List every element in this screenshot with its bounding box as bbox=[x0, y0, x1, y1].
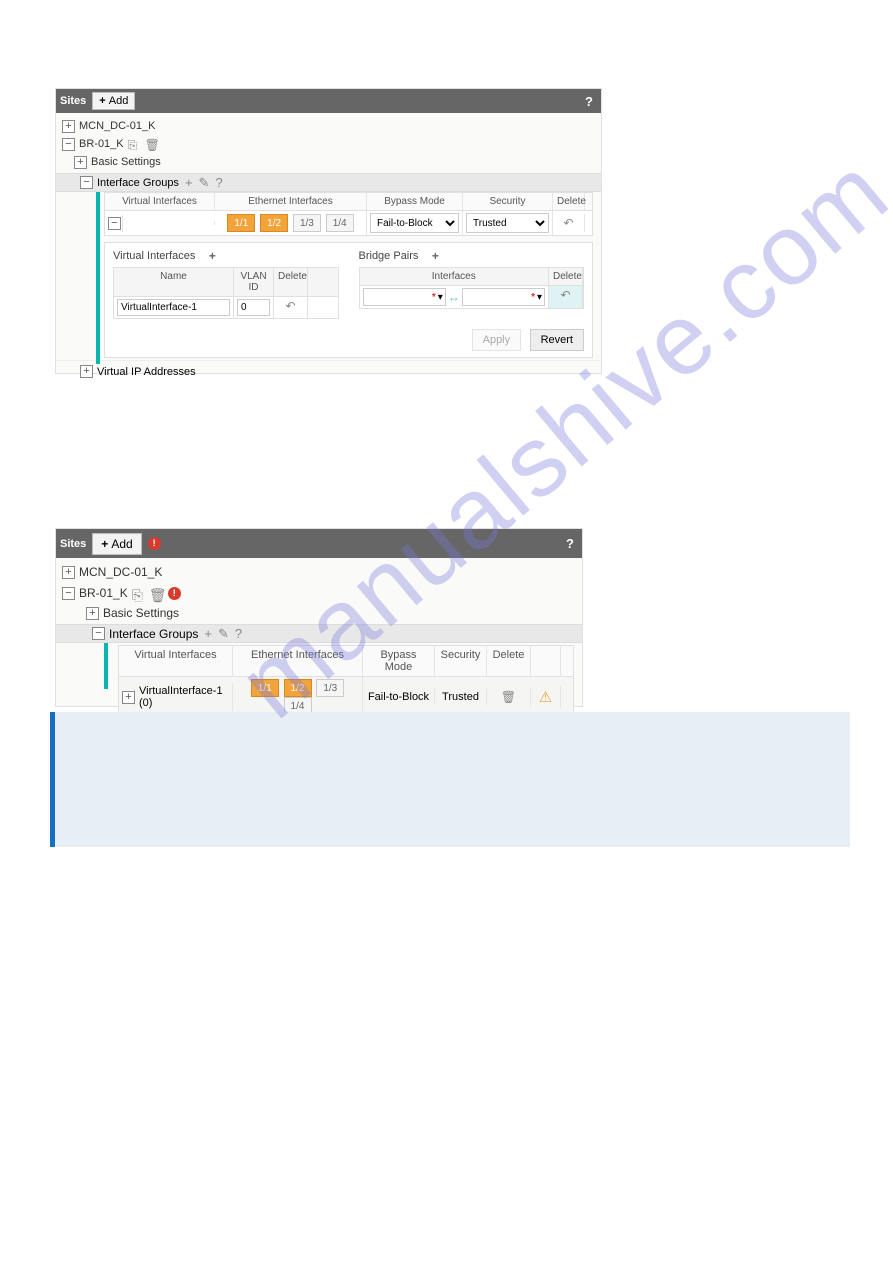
undo-icon[interactable]: ↶ bbox=[560, 288, 570, 302]
eth-port-1-1[interactable]: 1/1 bbox=[251, 679, 279, 697]
trash-icon[interactable]: 🗑 bbox=[145, 138, 158, 151]
trash-icon[interactable]: 🗑 bbox=[501, 690, 516, 704]
tree-item-br01[interactable]: − BR-01_K ⎘ 🗑 bbox=[62, 135, 599, 153]
add-label: Add bbox=[109, 95, 129, 107]
help-icon[interactable]: ? bbox=[566, 536, 574, 551]
bypass-value: Fail-to-Block bbox=[363, 689, 435, 705]
undo-icon[interactable]: ↶ bbox=[563, 216, 573, 230]
eth-port-1-2[interactable]: 1/2 bbox=[260, 214, 288, 232]
tree-label: Basic Settings bbox=[103, 606, 179, 620]
interface-groups-bar: − Interface Groups + ✎ ? bbox=[56, 173, 601, 192]
sites-label: Sites bbox=[60, 95, 86, 107]
group-row: − 1/1 1/2 1/3 1/4 Fail-to-Block bbox=[104, 211, 593, 236]
copy-icon[interactable]: ⎘ bbox=[128, 138, 141, 151]
apply-button[interactable]: Apply bbox=[472, 329, 522, 351]
collapse-icon[interactable]: − bbox=[92, 627, 105, 640]
tree-item-basic-settings[interactable]: + Basic Settings bbox=[62, 604, 580, 622]
add-site-button[interactable]: + Add bbox=[92, 92, 135, 110]
groups-label: Interface Groups bbox=[109, 627, 198, 641]
tree-item-basic-settings[interactable]: + Basic Settings bbox=[62, 153, 599, 171]
undo-icon[interactable]: ↶ bbox=[285, 299, 295, 313]
edit-icon[interactable]: ✎ bbox=[199, 175, 210, 191]
vi-name-input[interactable] bbox=[117, 299, 230, 316]
tree-label: MCN_DC-01_K bbox=[79, 120, 155, 132]
action-buttons: Apply Revert bbox=[113, 329, 584, 351]
vip-label: Virtual IP Addresses bbox=[97, 366, 196, 378]
tree-item-mcn[interactable]: + MCN_DC-01_K bbox=[62, 117, 599, 135]
tree-item-br01[interactable]: − BR-01_K ⎘ 🗑 ! bbox=[62, 582, 580, 604]
bypass-mode-select[interactable]: Fail-to-Block bbox=[370, 213, 459, 233]
help-icon[interactable]: ? bbox=[215, 175, 222, 190]
expand-icon[interactable]: + bbox=[62, 566, 75, 579]
add-bridge-pair-icon[interactable]: + bbox=[428, 249, 442, 263]
sites-toolbar: Sites + Add ? bbox=[56, 89, 601, 113]
error-indicator-icon[interactable]: ! bbox=[168, 587, 181, 600]
tree-label: BR-01_K bbox=[79, 138, 124, 150]
required-asterisk-icon: * bbox=[432, 292, 436, 303]
expand-icon[interactable]: + bbox=[80, 365, 93, 378]
add-vi-icon[interactable]: + bbox=[205, 249, 219, 263]
collapse-icon[interactable]: − bbox=[62, 587, 75, 600]
expand-icon[interactable]: + bbox=[62, 120, 75, 133]
tree-label: BR-01_K bbox=[79, 586, 128, 600]
add-icon[interactable]: + bbox=[204, 626, 212, 641]
vi-table: Name VLAN ID Delete ↶ bbox=[113, 267, 339, 319]
revert-button[interactable]: Revert bbox=[530, 329, 584, 351]
add-site-button[interactable]: + Add bbox=[92, 533, 141, 555]
collapse-icon[interactable]: − bbox=[62, 138, 75, 151]
eth-port-1-3[interactable]: 1/3 bbox=[293, 214, 321, 232]
security-value: Trusted bbox=[435, 689, 487, 705]
sites-toolbar: Sites + Add ! ? bbox=[56, 529, 582, 558]
link-arrow-icon: ↔ bbox=[448, 290, 460, 304]
vi-title-row: Virtual Interfaces + bbox=[113, 249, 339, 263]
expand-icon[interactable]: + bbox=[86, 607, 99, 620]
chevron-down-icon[interactable]: ▾ bbox=[438, 292, 443, 303]
help-icon[interactable]: ? bbox=[235, 626, 242, 641]
interface-groups-bar: − Interface Groups + ✎ ? bbox=[56, 624, 582, 643]
tree-label: Basic Settings bbox=[91, 156, 161, 168]
plus-icon: + bbox=[101, 537, 108, 551]
expand-icon[interactable]: + bbox=[74, 156, 87, 169]
sites-label: Sites bbox=[60, 538, 86, 550]
vi-row: ↶ bbox=[114, 297, 338, 318]
row-detail-panel: Virtual Interfaces + Name VLAN ID Delete bbox=[104, 242, 593, 358]
bp-row: *▾ ↔ *▾ ↶ bbox=[360, 286, 584, 308]
security-select[interactable]: Trusted bbox=[466, 213, 549, 233]
collapse-icon[interactable]: − bbox=[80, 176, 93, 189]
sites-tree: + MCN_DC-01_K − BR-01_K ⎘ 🗑 ! + Basic Se… bbox=[56, 558, 582, 624]
collapse-icon[interactable]: − bbox=[108, 217, 121, 230]
callout-note-box bbox=[50, 712, 850, 847]
group-header: Virtual Interfaces Ethernet Interfaces B… bbox=[104, 192, 593, 211]
bp-table: Interfaces Delete *▾ ↔ bbox=[359, 267, 585, 309]
group-header: Virtual Interfaces Ethernet Interfaces B… bbox=[118, 645, 574, 677]
expand-icon[interactable]: + bbox=[122, 691, 135, 704]
vip-addresses-row[interactable]: + Virtual IP Addresses bbox=[56, 360, 601, 382]
eth-port-1-4[interactable]: 1/4 bbox=[326, 214, 354, 232]
chevron-down-icon[interactable]: ▾ bbox=[537, 292, 542, 303]
help-icon[interactable]: ? bbox=[585, 94, 593, 109]
trash-icon[interactable]: 🗑 bbox=[149, 587, 162, 600]
warning-icon[interactable]: ⚠ bbox=[539, 689, 552, 706]
config-panel-2: Sites + Add ! ? + MCN_DC-01_K − BR-01_K … bbox=[55, 528, 583, 707]
groups-label: Interface Groups bbox=[97, 177, 179, 189]
eth-port-1-2[interactable]: 1/2 bbox=[284, 679, 312, 697]
eth-port-1-3[interactable]: 1/3 bbox=[316, 679, 344, 697]
required-asterisk-icon: * bbox=[531, 292, 535, 303]
vi-vlan-input[interactable] bbox=[237, 299, 270, 316]
sites-tree: + MCN_DC-01_K − BR-01_K ⎘ 🗑 + Basic Sett… bbox=[56, 113, 601, 173]
add-icon[interactable]: + bbox=[185, 175, 193, 190]
copy-icon[interactable]: ⎘ bbox=[132, 587, 145, 600]
tree-label: MCN_DC-01_K bbox=[79, 565, 162, 579]
eth-port-1-1[interactable]: 1/1 bbox=[227, 214, 255, 232]
active-edit-strip bbox=[104, 643, 108, 689]
active-edit-strip bbox=[96, 192, 100, 364]
add-label: Add bbox=[111, 537, 132, 551]
plus-icon: + bbox=[99, 95, 105, 107]
edit-icon[interactable]: ✎ bbox=[218, 626, 229, 642]
error-indicator-icon[interactable]: ! bbox=[148, 537, 161, 550]
vi-value: VirtualInterface-1 (0) bbox=[135, 683, 233, 711]
config-panel-1: Sites + Add ? + MCN_DC-01_K − BR-01_K ⎘ … bbox=[55, 88, 602, 374]
tree-item-mcn[interactable]: + MCN_DC-01_K bbox=[62, 562, 580, 582]
bp-title-row: Bridge Pairs + bbox=[359, 249, 585, 263]
